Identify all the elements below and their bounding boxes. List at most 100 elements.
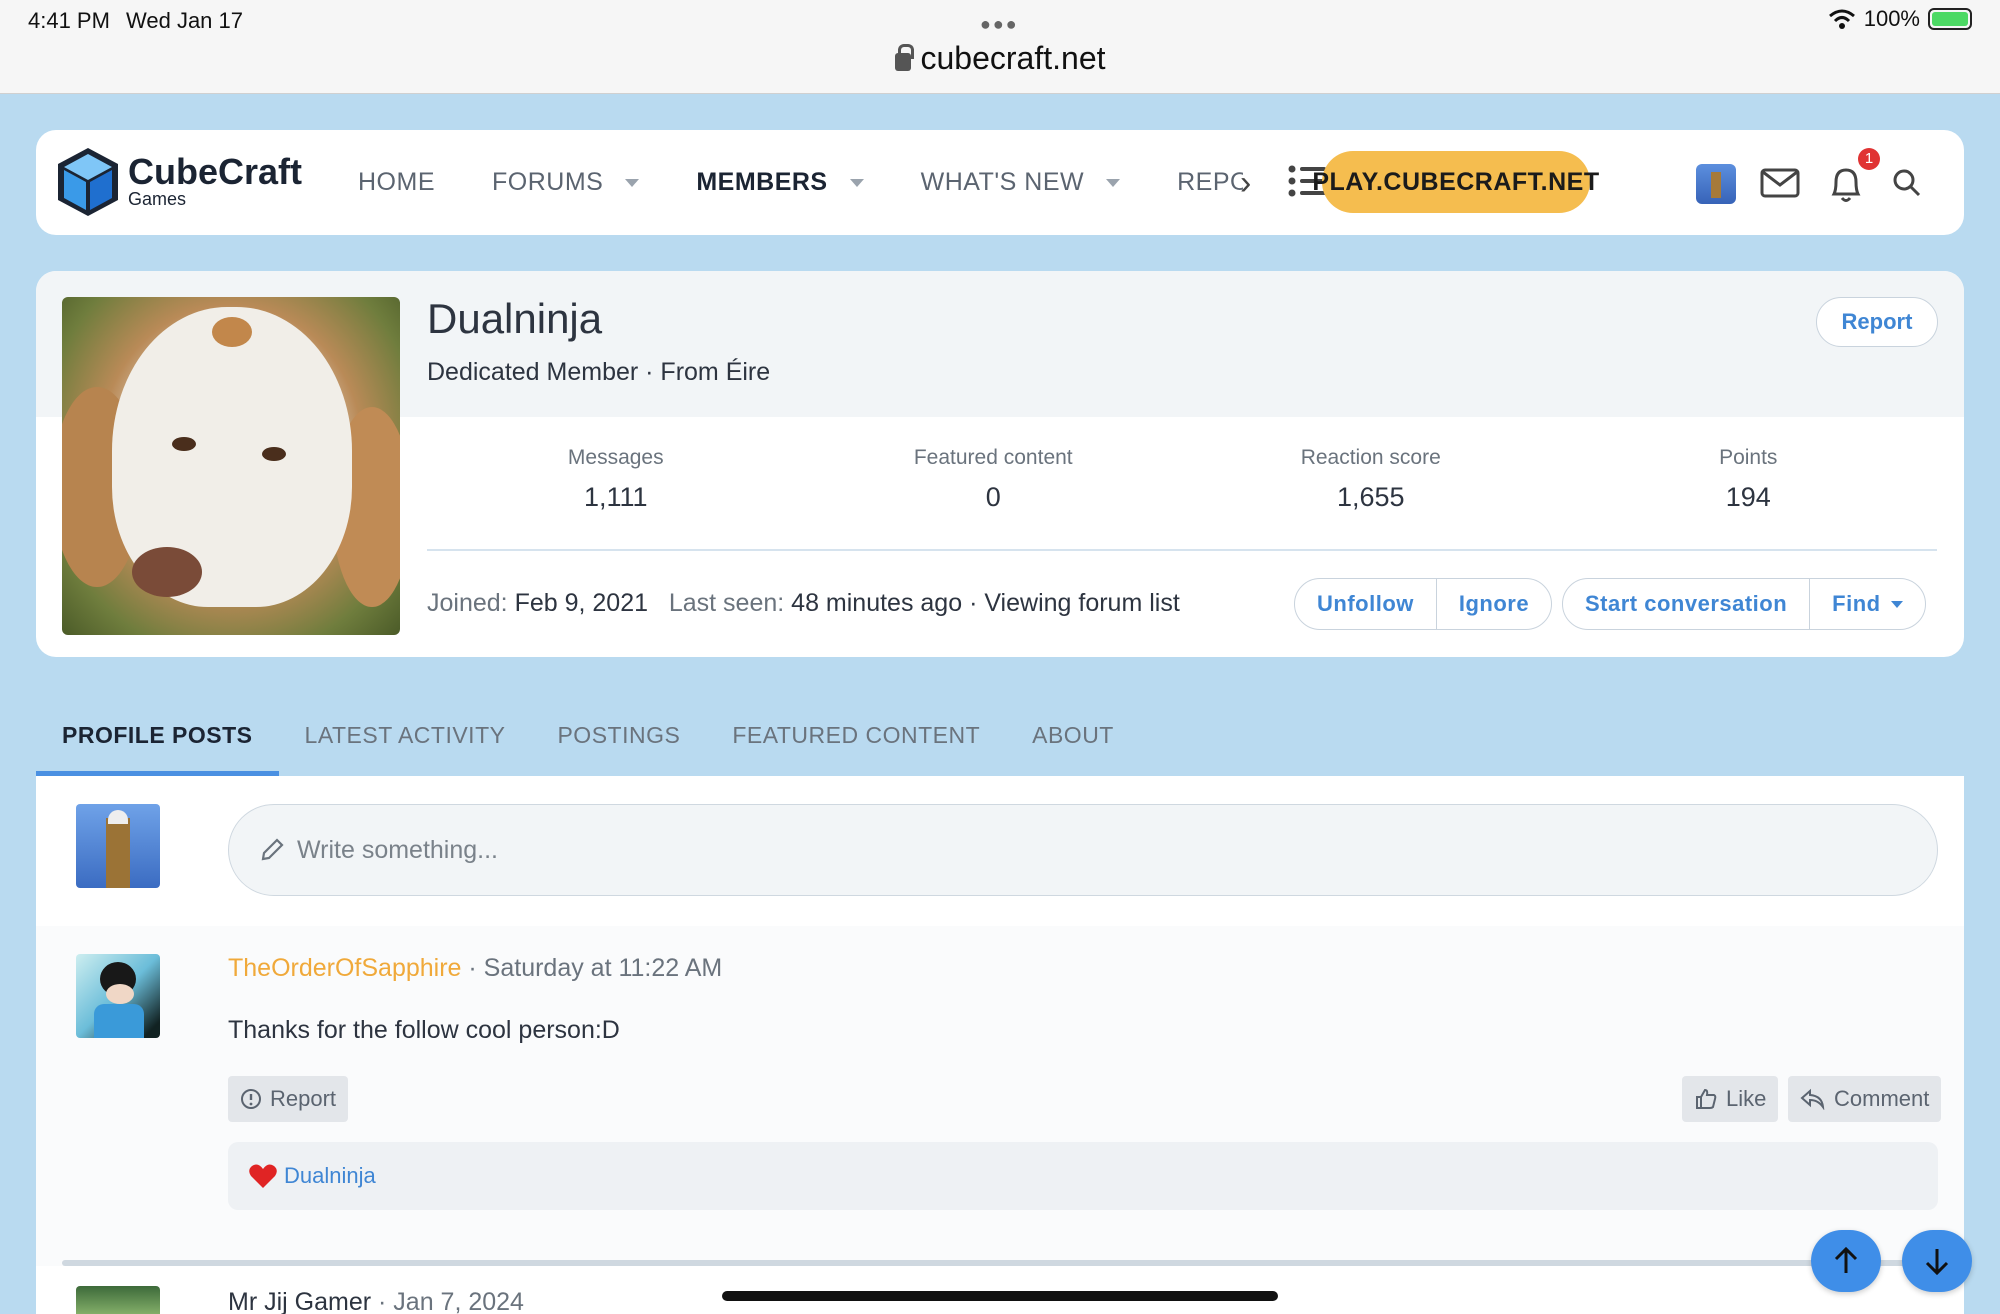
stat-value: 1,655 (1336, 482, 1405, 512)
like-button[interactable]: Like (1682, 1076, 1779, 1122)
nav-whats-new[interactable]: WHAT'S NEW (920, 168, 1121, 197)
pencil-icon (261, 838, 284, 861)
start-conversation-button[interactable]: Start conversation (1563, 579, 1809, 629)
stat-value: 0 (985, 482, 1001, 512)
url-bar[interactable]: cubecraft.net (0, 40, 2000, 77)
stat-featured[interactable]: Featured content 0 (805, 446, 1183, 513)
stat-value: 194 (1725, 482, 1771, 512)
profile-joined-info: Joined: Feb 9, 2021 Last seen: 48 minute… (427, 589, 1180, 618)
scroll-to-top-button[interactable] (1811, 1230, 1881, 1292)
comment-label: Comment (1834, 1086, 1930, 1111)
conversation-button-group: Start conversation Find (1562, 578, 1926, 630)
stat-reaction-score[interactable]: Reaction score 1,655 (1182, 446, 1560, 513)
profile-post: TheOrderOfSapphire · Saturday at 11:22 A… (36, 926, 1964, 1266)
nav-forums-label: FORUMS (492, 168, 604, 196)
heart-icon (249, 1164, 277, 1188)
home-indicator[interactable] (722, 1291, 1278, 1301)
nav-members-label: MEMBERS (696, 168, 828, 196)
profile-avatar[interactable] (62, 297, 400, 635)
stat-messages[interactable]: Messages 1,111 (427, 446, 805, 513)
find-button[interactable]: Find (1809, 579, 1924, 629)
search-icon[interactable] (1892, 168, 1922, 198)
status-indicators: 100% (1828, 6, 1972, 32)
post-author-avatar[interactable] (76, 954, 160, 1038)
nav-reports[interactable]: REPORTS (1177, 168, 1243, 197)
post-text: Thanks for the follow cool person:D (228, 1016, 620, 1044)
profile-tabs: PROFILE POSTS LATEST ACTIVITY POSTINGS F… (36, 700, 1140, 776)
tab-latest-activity[interactable]: LATEST ACTIVITY (279, 700, 532, 776)
follow-button-group: Unfollow Ignore (1294, 578, 1553, 630)
nav-home-label: HOME (358, 168, 435, 196)
chevron-down-icon (1890, 600, 1903, 608)
status-date: Wed Jan 17 (126, 8, 244, 33)
profile-user-title: Dedicated Member · From Éire (427, 358, 771, 386)
post-author-link[interactable]: TheOrderOfSapphire (228, 954, 461, 982)
bell-icon[interactable] (1828, 164, 1864, 204)
report-profile-button[interactable]: Report (1816, 297, 1938, 347)
nav-whats-new-label: WHAT'S NEW (920, 168, 1085, 196)
post-author-link[interactable]: Mr Jij Gamer (228, 1288, 371, 1314)
browser-top-bar: 4:41 PM Wed Jan 17 ●●● 100% cubecraft.ne… (0, 0, 2000, 94)
find-label: Find (1832, 591, 1881, 616)
chevron-down-icon[interactable] (849, 178, 864, 187)
chevron-right-icon[interactable]: › (1240, 164, 1251, 203)
like-label: Like (1726, 1086, 1767, 1111)
reply-icon (1800, 1088, 1825, 1110)
battery-icon (1928, 8, 1972, 30)
stat-label: Reaction score (1300, 446, 1441, 469)
joined-value: Feb 9, 2021 (514, 589, 649, 617)
cube-logo-icon (58, 148, 118, 216)
battery-percent: 100% (1863, 6, 1920, 31)
profile-card: Dualninja Dedicated Member · From Éire R… (36, 271, 1964, 657)
mail-icon[interactable] (1760, 168, 1800, 198)
tab-postings[interactable]: POSTINGS (531, 700, 706, 776)
status-time: 4:41 PM (28, 8, 110, 33)
reaction-user-link[interactable]: Dualninja (284, 1163, 376, 1189)
last-seen-label: Last seen: (668, 589, 785, 617)
divider (427, 549, 1937, 551)
play-server-button[interactable]: PLAY.CUBECRAFT.NET (1312, 151, 1599, 213)
scroll-to-bottom-button[interactable] (1902, 1230, 1972, 1292)
notification-badge: 1 (1858, 148, 1880, 170)
post-meta: TheOrderOfSapphire · Saturday at 11:22 A… (228, 954, 722, 983)
joined-label: Joined: (427, 589, 508, 617)
lock-icon (894, 44, 914, 71)
profile-stats: Messages 1,111 Featured content 0 Reaction… (427, 446, 1937, 513)
logo-sub: Games (128, 188, 187, 209)
divider (62, 1260, 1938, 1266)
thumbs-up-icon (1696, 1088, 1717, 1109)
tab-profile-posts[interactable]: PROFILE POSTS (36, 700, 279, 776)
arrow-up-icon (1834, 1247, 1858, 1273)
last-seen-value: 48 minutes ago · Viewing forum list (791, 589, 1180, 617)
ignore-button[interactable]: Ignore (1435, 579, 1551, 629)
stat-points[interactable]: Points 194 (1560, 446, 1938, 513)
stat-label: Messages (567, 446, 664, 469)
alert-icon (241, 1089, 261, 1109)
my-avatar[interactable] (1696, 164, 1736, 204)
chevron-down-icon[interactable] (1106, 178, 1121, 187)
nav-forums[interactable]: FORUMS (492, 168, 640, 197)
profile-posts-panel: Write something... TheOrderOfSapphire · … (36, 776, 1964, 1314)
tab-featured-content[interactable]: FEATURED CONTENT (706, 700, 1006, 776)
nav-members[interactable]: MEMBERS (696, 168, 864, 197)
unfollow-button[interactable]: Unfollow (1295, 579, 1436, 629)
post-time[interactable]: · Jan 7, 2024 (378, 1288, 524, 1314)
cubecraft-logo[interactable]: CubeCraft Games (56, 146, 302, 218)
comment-button[interactable]: Comment (1788, 1076, 1942, 1122)
logo-name: CubeCraft (128, 150, 303, 192)
post-author-avatar[interactable] (76, 1286, 160, 1314)
tab-about[interactable]: ABOUT (1006, 700, 1140, 776)
reactions-bar: Dualninja (228, 1142, 1938, 1210)
url-text: cubecraft.net (920, 40, 1106, 76)
nav-home[interactable]: HOME (358, 168, 435, 197)
more-dots-icon[interactable]: ●●● (980, 14, 1019, 35)
write-placeholder: Write something... (297, 835, 499, 864)
post-report-button[interactable]: Report (228, 1076, 349, 1122)
profile-username: Dualninja (427, 295, 603, 342)
chevron-down-icon[interactable] (625, 178, 640, 187)
wifi-icon (1828, 9, 1855, 29)
post-time[interactable]: · Saturday at 11:22 AM (468, 954, 722, 982)
my-avatar[interactable] (76, 804, 160, 888)
stat-value: 1,111 (583, 482, 648, 512)
write-something-input[interactable]: Write something... (228, 804, 1938, 896)
